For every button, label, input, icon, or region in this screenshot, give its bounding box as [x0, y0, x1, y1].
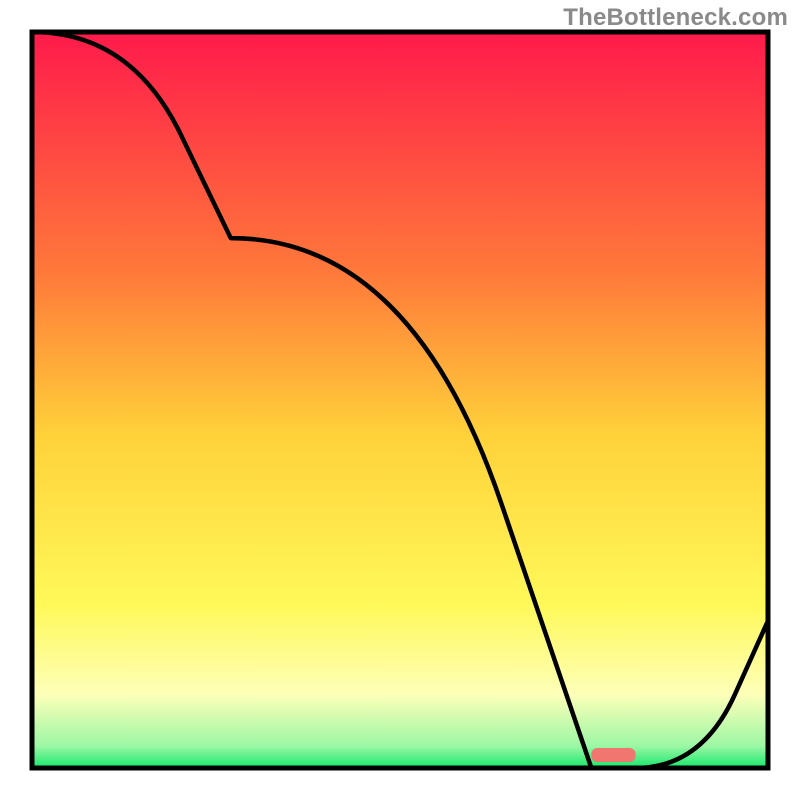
chart-stage: TheBottleneck.com — [0, 0, 800, 800]
optimal-marker — [591, 748, 635, 762]
plot-background — [32, 32, 768, 768]
bottleneck-chart — [0, 0, 800, 800]
watermark-text: TheBottleneck.com — [563, 4, 788, 32]
